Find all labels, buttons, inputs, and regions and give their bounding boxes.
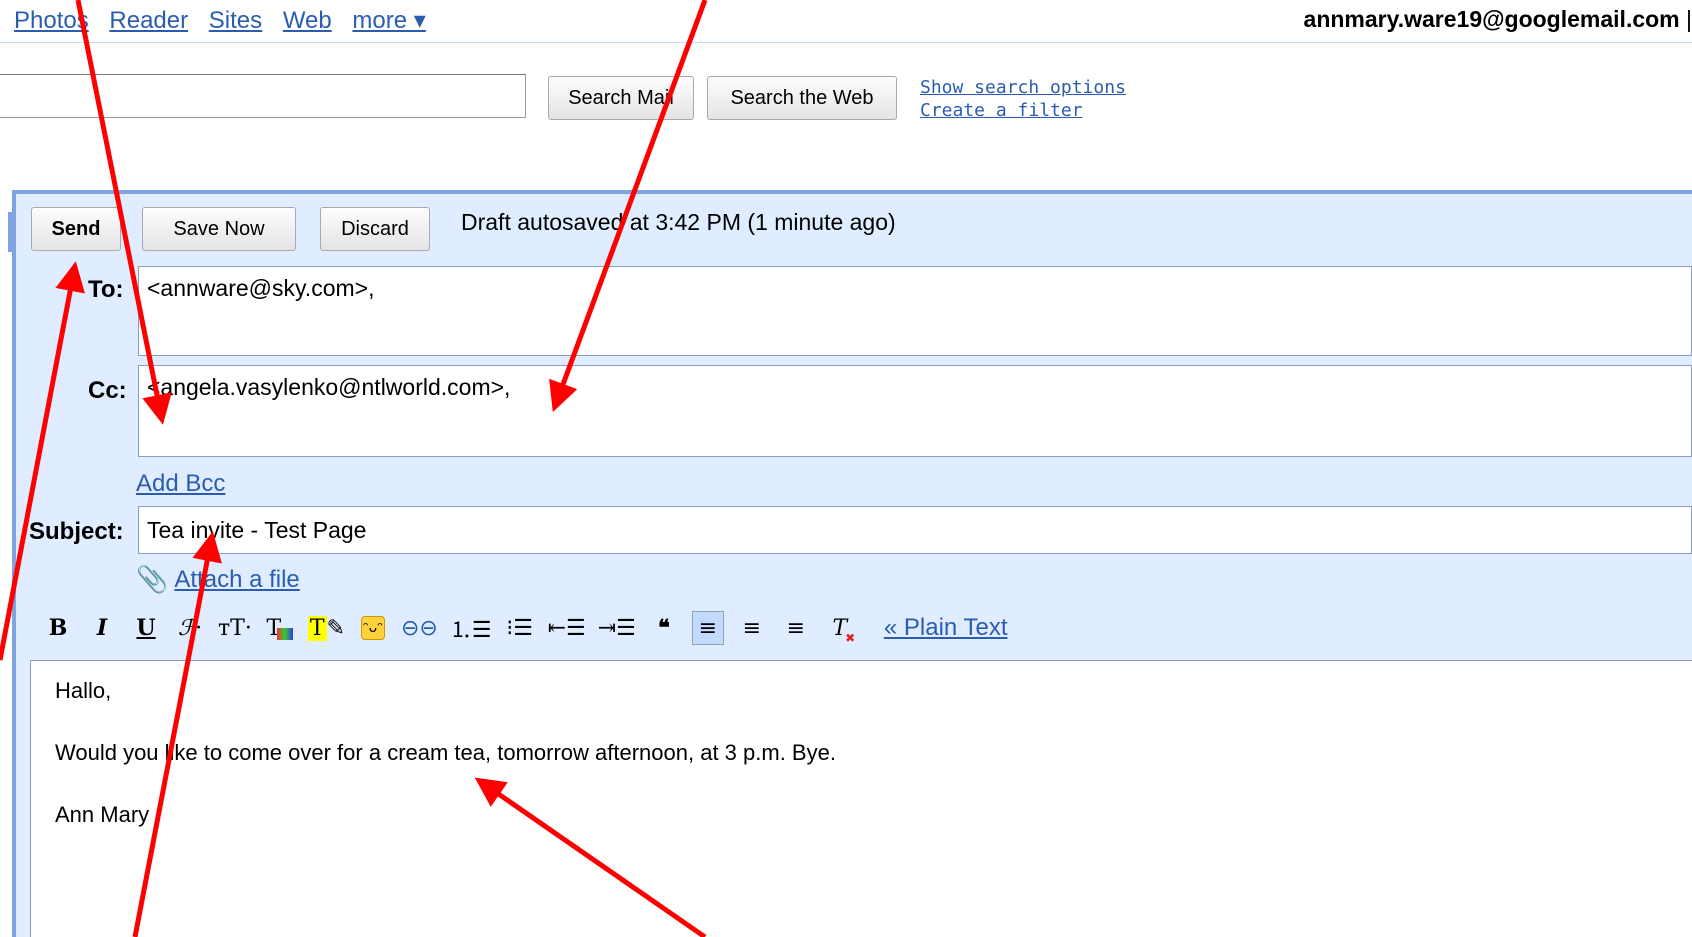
account-info: annmary.ware19@googlemail.com |: [1304, 6, 1692, 33]
message-body[interactable]: Hallo, Would you like to come over for a…: [30, 660, 1692, 937]
emoticon-icon[interactable]: ᵔᴗᵔ: [357, 611, 389, 645]
body-line: Would you like to come over for a cream …: [55, 740, 836, 765]
search-input[interactable]: [0, 74, 526, 118]
font-size-icon[interactable]: тT·: [218, 611, 252, 645]
search-links: Show search options Create a filter: [920, 76, 1126, 122]
indent-less-icon[interactable]: ⇤☰: [548, 611, 586, 645]
compose-accent: [8, 212, 12, 252]
body-line: Hallo,: [55, 678, 112, 703]
nav-photos-link[interactable]: Photos: [14, 7, 89, 34]
indent-more-icon[interactable]: ⇥☰: [598, 611, 636, 645]
font-icon[interactable]: ℱ ·: [174, 611, 206, 645]
discard-button[interactable]: Discard: [320, 207, 430, 251]
nav-more-link[interactable]: more ▾: [352, 7, 425, 34]
save-now-button[interactable]: Save Now: [142, 207, 296, 251]
bold-icon[interactable]: B: [42, 611, 74, 645]
highlight-color-icon[interactable]: T ✎: [307, 611, 345, 645]
italic-icon[interactable]: I: [86, 611, 118, 645]
bulleted-list-icon[interactable]: ⁝☰: [504, 611, 536, 645]
underline-icon[interactable]: U: [130, 611, 162, 645]
show-search-options-link[interactable]: Show search options: [920, 76, 1126, 99]
account-separator: |: [1686, 6, 1692, 32]
send-button[interactable]: Send: [31, 207, 121, 251]
formatting-toolbar: B I U ℱ · тT· T T ✎ ᵔᴗᵔ ⊖⊖ ⒈☰ ⁝☰ ⇤☰ ⇥☰ ❝ ≡…: [42, 608, 1008, 648]
search-mail-button[interactable]: Search Mail: [548, 76, 694, 120]
subject-field[interactable]: Tea invite - Test Page: [138, 506, 1692, 554]
to-label: To:: [88, 276, 124, 303]
attach-file[interactable]: 📎 Attach a file: [136, 564, 300, 595]
cc-label: Cc:: [88, 377, 127, 404]
create-filter-link[interactable]: Create a filter: [920, 99, 1126, 122]
remove-formatting-icon[interactable]: T: [824, 611, 856, 645]
quote-icon[interactable]: ❝: [648, 611, 680, 645]
subject-label: Subject:: [29, 518, 124, 545]
text-color-icon[interactable]: T: [264, 611, 296, 645]
cc-field[interactable]: <angela.vasylenko@ntlworld.com>,: [138, 365, 1692, 457]
autosave-status: Draft autosaved at 3:42 PM (1 minute ago…: [461, 209, 896, 235]
nav-reader-link[interactable]: Reader: [109, 7, 188, 34]
align-center-icon[interactable]: ≡: [736, 611, 768, 645]
header-divider: [0, 42, 1692, 43]
align-left-icon[interactable]: ≡: [691, 611, 724, 645]
plain-text-link[interactable]: « Plain Text: [884, 614, 1008, 642]
search-web-button[interactable]: Search the Web: [707, 76, 897, 120]
align-right-icon[interactable]: ≡: [780, 611, 812, 645]
nav-web-link[interactable]: Web: [283, 7, 332, 34]
account-email: annmary.ware19@googlemail.com: [1303, 6, 1680, 32]
attach-file-link[interactable]: Attach a file: [174, 566, 299, 594]
paperclip-icon: 📎: [136, 564, 169, 594]
add-bcc-link[interactable]: Add Bcc: [136, 470, 225, 498]
link-icon[interactable]: ⊖⊖: [401, 611, 438, 645]
top-nav: Photos Reader Sites Web more ▾: [14, 6, 440, 35]
nav-sites-link[interactable]: Sites: [209, 7, 262, 34]
numbered-list-icon[interactable]: ⒈☰: [450, 611, 492, 645]
to-field[interactable]: <annware@sky.com>,: [138, 266, 1692, 356]
body-line: Ann Mary: [55, 802, 150, 827]
